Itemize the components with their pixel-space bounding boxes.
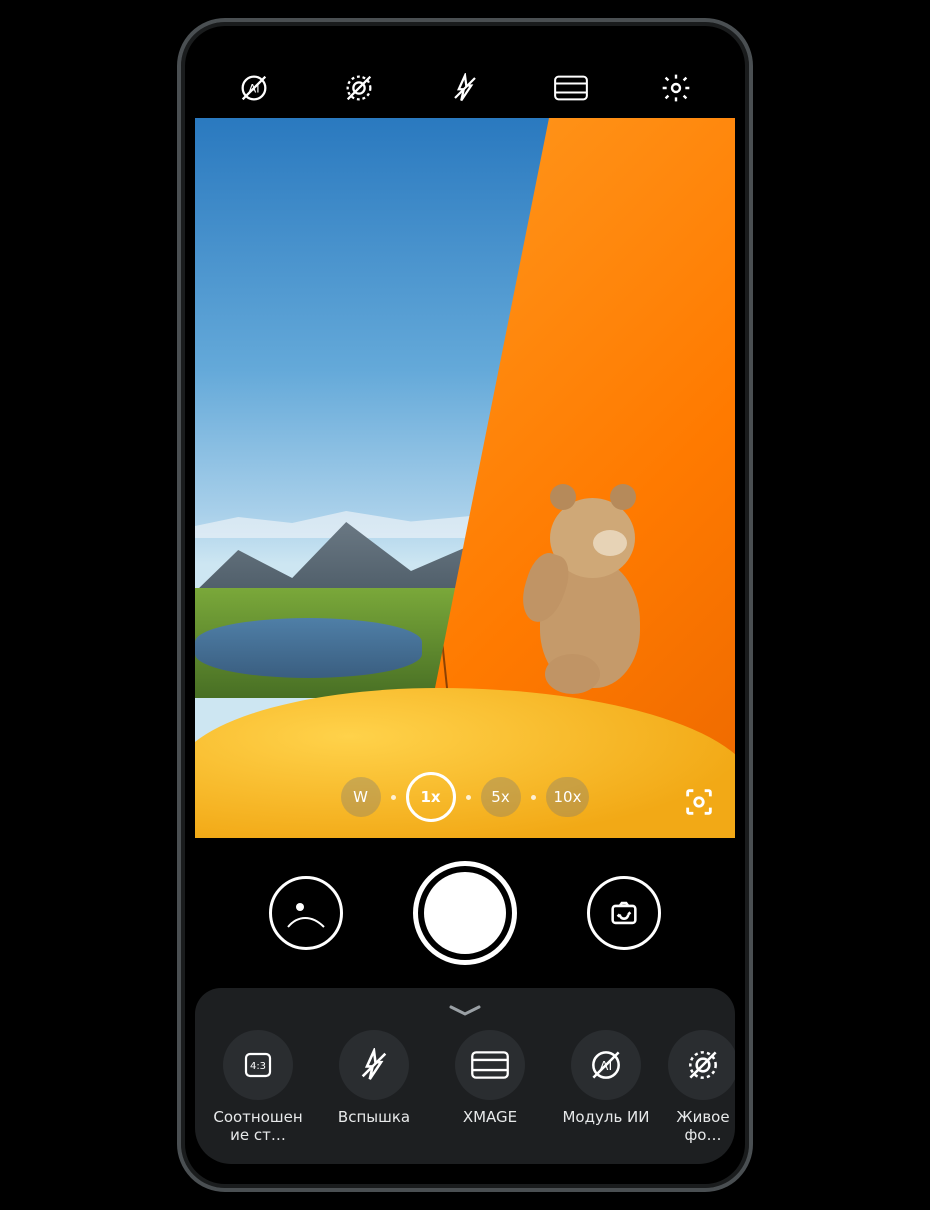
zoom-separator — [531, 795, 536, 800]
zoom-label: 5x — [491, 788, 509, 806]
zoom-label: 1x — [420, 788, 440, 806]
aspect-ratio-text: 4:3 — [250, 1061, 266, 1072]
zoom-option-5x[interactable]: 5x — [481, 777, 521, 817]
switch-camera-button[interactable] — [587, 876, 661, 950]
scene-lake — [195, 618, 422, 678]
camera-app-screen: AI — [195, 46, 735, 1164]
quick-settings-sheet: 4:3 Соотношение ст… Вспышка — [195, 988, 735, 1164]
sheet-item-flash[interactable]: Вспышка — [325, 1030, 423, 1144]
sheet-item-live-photo[interactable]: Живое фо… — [673, 1030, 733, 1144]
viewfinder[interactable]: W 1x 5x 10x — [195, 118, 735, 838]
xmage-icon — [455, 1030, 525, 1100]
ai-off-icon: AI — [571, 1030, 641, 1100]
zoom-label: W — [353, 788, 368, 806]
xmage-icon[interactable] — [541, 64, 601, 112]
settings-icon[interactable] — [646, 64, 706, 112]
sheet-item-label: XMAGE — [463, 1108, 517, 1126]
flash-off-icon[interactable] — [435, 64, 495, 112]
sheet-item-label: Живое фо… — [673, 1108, 733, 1144]
live-photo-off-icon[interactable] — [329, 64, 389, 112]
zoom-separator — [391, 795, 396, 800]
live-photo-off-icon — [668, 1030, 735, 1100]
sheet-item-label: Соотношение ст… — [209, 1108, 307, 1144]
sheet-item-xmage[interactable]: XMAGE — [441, 1030, 539, 1144]
scene-teddy-bear — [515, 478, 665, 688]
zoom-option-1x[interactable]: 1x — [406, 772, 456, 822]
quick-settings-row[interactable]: 4:3 Соотношение ст… Вспышка — [195, 1022, 735, 1144]
capture-controls — [195, 838, 735, 988]
zoom-option-wide[interactable]: W — [341, 777, 381, 817]
gallery-preview-button[interactable] — [269, 876, 343, 950]
power-button — [752, 292, 753, 384]
google-lens-icon[interactable] — [677, 780, 721, 824]
sheet-item-label: Вспышка — [338, 1108, 410, 1126]
phone-frame: AI — [177, 18, 753, 1192]
sheet-item-label: Модуль ИИ — [562, 1108, 649, 1126]
zoom-option-10x[interactable]: 10x — [546, 777, 590, 817]
zoom-separator — [466, 795, 471, 800]
sheet-item-ai-module[interactable]: AI Модуль ИИ — [557, 1030, 655, 1144]
aspect-ratio-icon: 4:3 — [223, 1030, 293, 1100]
sheet-collapse-handle[interactable] — [195, 1000, 735, 1022]
top-toolbar: AI — [195, 46, 735, 118]
shutter-button[interactable] — [413, 861, 517, 965]
sheet-item-aspect-ratio[interactable]: 4:3 Соотношение ст… — [209, 1030, 307, 1144]
shutter-inner — [424, 872, 506, 954]
zoom-selector: W 1x 5x 10x — [195, 772, 735, 822]
flash-off-icon — [339, 1030, 409, 1100]
ai-off-icon[interactable]: AI — [224, 64, 284, 112]
zoom-label: 10x — [554, 788, 582, 806]
